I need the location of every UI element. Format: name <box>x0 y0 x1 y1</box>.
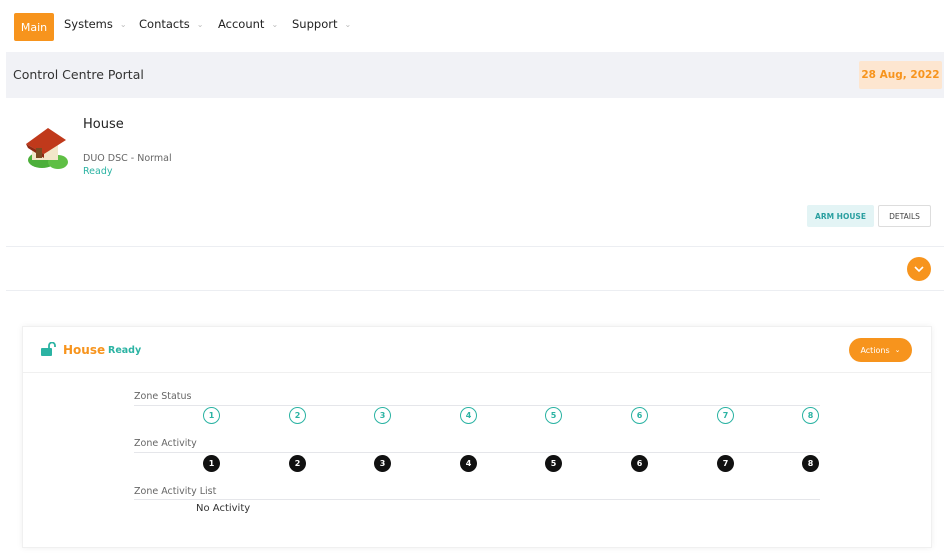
zone-activity-3[interactable]: 3 <box>374 455 391 472</box>
zone-status-3[interactable]: 3 <box>374 407 391 424</box>
divider <box>134 405 820 406</box>
panel-header: House Ready Actions ⌄ <box>23 327 931 373</box>
chevron-down-icon: ⌄ <box>196 19 204 29</box>
zone-activity-label: Zone Activity <box>134 438 197 449</box>
nav-contacts[interactable]: Contacts ⌄ <box>139 17 203 31</box>
zone-status-2[interactable]: 2 <box>289 407 306 424</box>
nav-main[interactable]: Main <box>14 13 54 41</box>
actions-label: Actions <box>860 345 890 355</box>
nav-account-label: Account <box>218 17 265 31</box>
nav-account[interactable]: Account ⌄ <box>218 17 278 31</box>
chevron-down-icon: ⌄ <box>271 19 279 29</box>
zone-activity-4[interactable]: 4 <box>460 455 477 472</box>
zone-panel: House Ready Actions ⌄ Zone Status 1 2 3 4 5 6 7… <box>22 326 932 548</box>
zone-status-4[interactable]: 4 <box>460 407 477 424</box>
nav-support-label: Support <box>292 17 338 31</box>
chevron-down-icon: ⌄ <box>894 346 901 354</box>
zone-activity-6[interactable]: 6 <box>631 455 648 472</box>
nav-support[interactable]: Support ⌄ <box>292 17 351 31</box>
system-type: DUO DSC - Normal <box>83 153 172 164</box>
zone-status-8[interactable]: 8 <box>802 407 819 424</box>
nav-contacts-label: Contacts <box>139 17 190 31</box>
zone-activity-2[interactable]: 2 <box>289 455 306 472</box>
nav-systems[interactable]: Systems ⌄ <box>64 17 127 31</box>
chevron-down-icon <box>914 266 924 273</box>
house-icon <box>26 128 68 169</box>
divider <box>6 246 944 247</box>
nav-systems-label: Systems <box>64 17 113 31</box>
zone-activity-1[interactable]: 1 <box>203 455 220 472</box>
zone-activity-5[interactable]: 5 <box>545 455 562 472</box>
page-header: Control Centre Portal 28 Aug, 2022 <box>6 52 944 98</box>
page-title: Control Centre Portal <box>13 67 144 82</box>
actions-button[interactable]: Actions ⌄ <box>849 338 912 362</box>
details-button[interactable]: DETAILS <box>878 205 931 227</box>
arm-house-button[interactable]: ARM HOUSE <box>807 205 874 227</box>
top-nav: Main Systems ⌄ Contacts ⌄ Account ⌄ Support… <box>0 0 944 52</box>
zone-activity-7[interactable]: 7 <box>717 455 734 472</box>
panel-title: House <box>63 343 106 357</box>
zone-activity-8[interactable]: 8 <box>802 455 819 472</box>
date-badge: 28 Aug, 2022 <box>859 61 942 89</box>
zone-status-7[interactable]: 7 <box>717 407 734 424</box>
system-status: Ready <box>83 166 113 177</box>
chevron-down-icon: ⌄ <box>344 19 352 29</box>
divider <box>134 499 820 500</box>
divider <box>134 452 820 453</box>
chevron-down-icon: ⌄ <box>119 19 127 29</box>
zone-status-label: Zone Status <box>134 391 192 402</box>
system-name: House <box>83 117 124 132</box>
zone-activity-list-label: Zone Activity List <box>134 486 217 497</box>
zone-status-1[interactable]: 1 <box>203 407 220 424</box>
zone-status-5[interactable]: 5 <box>545 407 562 424</box>
unlock-icon <box>41 342 56 356</box>
no-activity-text: No Activity <box>196 503 251 514</box>
divider <box>6 290 944 291</box>
panel-status: Ready <box>108 345 142 356</box>
expand-button[interactable] <box>907 257 931 281</box>
zone-status-6[interactable]: 6 <box>631 407 648 424</box>
